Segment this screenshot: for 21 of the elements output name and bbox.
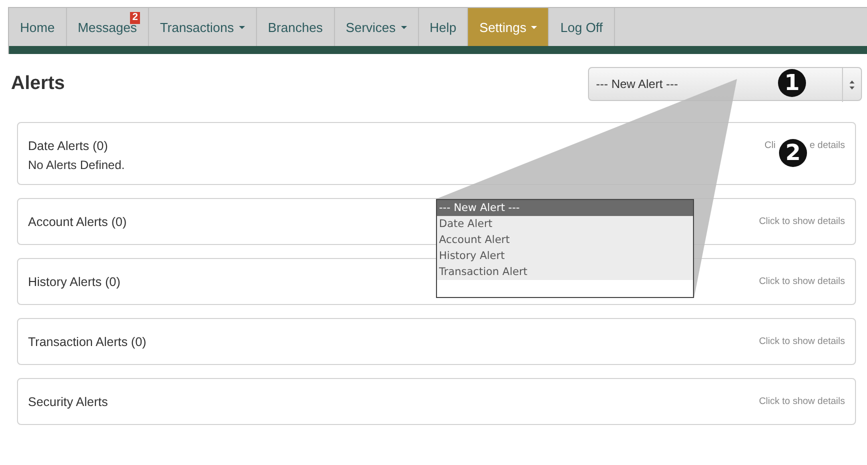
show-details-link[interactable]: Click to show details bbox=[758, 396, 845, 407]
panel-title: Security Alerts bbox=[28, 394, 108, 408]
show-details-link[interactable]: Cli bbox=[764, 140, 776, 151]
updown-arrows-icon bbox=[850, 80, 854, 90]
panel-title: Date Alerts (0) bbox=[28, 138, 108, 152]
dropdown-option[interactable]: --- New Alert --- bbox=[437, 200, 693, 216]
panel-title: Account Alerts (0) bbox=[28, 214, 127, 228]
show-details-link[interactable]: Click to show details bbox=[758, 336, 845, 347]
dropdown-option[interactable]: Transaction Alert bbox=[437, 264, 693, 280]
dropdown-option[interactable]: Date Alert bbox=[437, 216, 693, 232]
panel-title: Transaction Alerts (0) bbox=[28, 334, 146, 348]
count-badge: 2 bbox=[130, 12, 140, 24]
dropdown-option[interactable]: History Alert bbox=[437, 248, 693, 264]
panel-title: History Alerts (0) bbox=[28, 274, 120, 288]
page-title: Alerts bbox=[11, 73, 65, 95]
show-details-link[interactable]: Click to show details bbox=[758, 276, 845, 287]
nav-tab[interactable]: Settings bbox=[468, 8, 550, 46]
show-details-link[interactable]: Click to show details bbox=[758, 216, 845, 227]
show-details-link[interactable]: e details bbox=[810, 140, 845, 151]
dropdown-option[interactable]: Account Alert bbox=[437, 232, 693, 248]
empty-message: No Alerts Defined. bbox=[28, 158, 126, 172]
